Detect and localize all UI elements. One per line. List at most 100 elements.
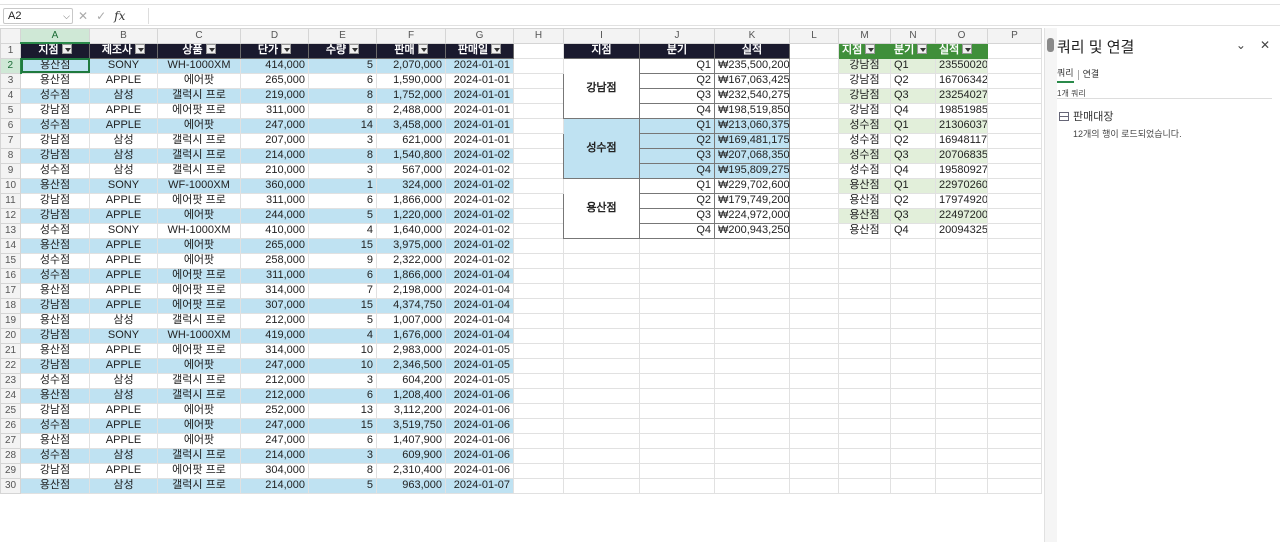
cell[interactable] [513, 297, 564, 314]
cell[interactable] [714, 252, 790, 269]
sales-cell[interactable]: 2,198,000 [376, 282, 446, 299]
cell[interactable] [563, 357, 640, 374]
cell[interactable] [789, 132, 839, 149]
sales-cell[interactable]: 갤럭시 프로 [157, 387, 241, 404]
sales-cell[interactable]: 311,000 [240, 267, 309, 284]
sales-cell[interactable]: 2024-01-04 [445, 297, 514, 314]
cell[interactable] [789, 462, 839, 479]
cell[interactable] [789, 42, 839, 59]
summary-quarter-cell[interactable]: Q2 [639, 132, 715, 149]
query-cell[interactable]: 성수점 [838, 132, 891, 149]
cell[interactable] [563, 312, 640, 329]
query-cell[interactable]: Q3 [890, 147, 936, 164]
sales-cell[interactable]: APPLE [89, 432, 158, 449]
cell[interactable] [789, 237, 839, 254]
cell[interactable] [935, 312, 988, 329]
sales-cell[interactable]: WH-1000XM [157, 327, 241, 344]
sales-cell[interactable]: 2024-01-01 [445, 132, 514, 149]
query-cell[interactable]: 213060375 [935, 117, 988, 134]
sales-cell[interactable]: 307,000 [240, 297, 309, 314]
cell[interactable] [639, 342, 715, 359]
sales-cell[interactable]: 2024-01-02 [445, 222, 514, 239]
enter-icon[interactable]: ✓ [96, 9, 106, 23]
sales-cell[interactable]: APPLE [89, 462, 158, 479]
sales-cell[interactable]: 용산점 [20, 57, 90, 74]
sales-cell[interactable]: 3 [308, 132, 377, 149]
cell[interactable] [639, 372, 715, 389]
cancel-icon[interactable]: ✕ [78, 9, 88, 23]
sales-cell[interactable]: 에어팟 프로 [157, 267, 241, 284]
sales-cell[interactable]: 5 [308, 477, 377, 494]
sales-cell[interactable]: 212,000 [240, 312, 309, 329]
cell[interactable] [639, 477, 715, 494]
summary-header-cell[interactable]: 지점 [563, 42, 640, 59]
query-cell[interactable]: Q2 [890, 132, 936, 149]
sales-cell[interactable]: 2024-01-02 [445, 252, 514, 269]
cell[interactable] [563, 252, 640, 269]
row-header[interactable]: 23 [0, 372, 21, 389]
cell[interactable] [890, 417, 936, 434]
cell[interactable] [987, 282, 1042, 299]
row-header[interactable]: 15 [0, 252, 21, 269]
row-header[interactable]: 16 [0, 267, 21, 284]
cell[interactable] [513, 357, 564, 374]
cell[interactable] [639, 402, 715, 419]
row-header[interactable]: 7 [0, 132, 21, 149]
row-header[interactable]: 6 [0, 117, 21, 134]
cell[interactable] [890, 237, 936, 254]
sales-cell[interactable]: 324,000 [376, 177, 446, 194]
cell[interactable] [639, 312, 715, 329]
cell[interactable] [639, 387, 715, 404]
sales-cell[interactable]: 15 [308, 237, 377, 254]
sales-cell[interactable]: 10 [308, 342, 377, 359]
sales-cell[interactable]: 갤럭시 프로 [157, 372, 241, 389]
sales-cell[interactable]: 963,000 [376, 477, 446, 494]
cell[interactable] [838, 402, 891, 419]
sales-cell[interactable]: 3,112,200 [376, 402, 446, 419]
cell[interactable] [789, 282, 839, 299]
cell[interactable] [935, 447, 988, 464]
sales-cell[interactable]: 3,458,000 [376, 117, 446, 134]
cell[interactable] [935, 462, 988, 479]
cell[interactable] [513, 327, 564, 344]
cell[interactable] [838, 327, 891, 344]
query-cell[interactable]: 강남점 [838, 87, 891, 104]
sales-cell[interactable]: 244,000 [240, 207, 309, 224]
sales-cell[interactable]: APPLE [89, 402, 158, 419]
cell[interactable] [789, 477, 839, 494]
cell[interactable] [987, 477, 1042, 494]
cell[interactable] [838, 477, 891, 494]
summary-quarter-cell[interactable]: Q1 [639, 177, 715, 194]
summary-value-cell[interactable]: ₩232,540,275 [714, 87, 790, 104]
sales-header-cell[interactable]: 상품 [157, 42, 241, 59]
sales-cell[interactable]: 삼성 [89, 87, 158, 104]
row-header[interactable]: 4 [0, 87, 21, 104]
sales-cell[interactable]: 2,310,400 [376, 462, 446, 479]
sales-cell[interactable]: 에어팟 프로 [157, 342, 241, 359]
sales-cell[interactable]: 2024-01-02 [445, 162, 514, 179]
cell[interactable] [513, 372, 564, 389]
cell[interactable] [890, 282, 936, 299]
sales-cell[interactable]: 삼성 [89, 162, 158, 179]
summary-value-cell[interactable]: ₩167,063,425 [714, 72, 790, 89]
sales-cell[interactable]: 3,519,750 [376, 417, 446, 434]
cell[interactable] [987, 297, 1042, 314]
sales-cell[interactable]: 212,000 [240, 387, 309, 404]
sales-cell[interactable]: APPLE [89, 192, 158, 209]
summary-quarter-cell[interactable]: Q3 [639, 207, 715, 224]
cell[interactable] [639, 447, 715, 464]
cell[interactable] [838, 417, 891, 434]
sales-cell[interactable]: 604,200 [376, 372, 446, 389]
sales-cell[interactable]: 성수점 [20, 87, 90, 104]
summary-quarter-cell[interactable]: Q2 [639, 72, 715, 89]
sales-cell[interactable]: 성수점 [20, 372, 90, 389]
cell[interactable] [513, 147, 564, 164]
cell[interactable] [987, 57, 1042, 74]
sales-cell[interactable]: 15 [308, 297, 377, 314]
query-cell[interactable]: 성수점 [838, 147, 891, 164]
cell[interactable] [513, 402, 564, 419]
query-item[interactable]: 판매대장 12개의 행이 로드되었습니다. [1059, 108, 1182, 140]
sales-cell[interactable]: 2024-01-02 [445, 207, 514, 224]
cell[interactable] [890, 252, 936, 269]
cell[interactable] [838, 297, 891, 314]
